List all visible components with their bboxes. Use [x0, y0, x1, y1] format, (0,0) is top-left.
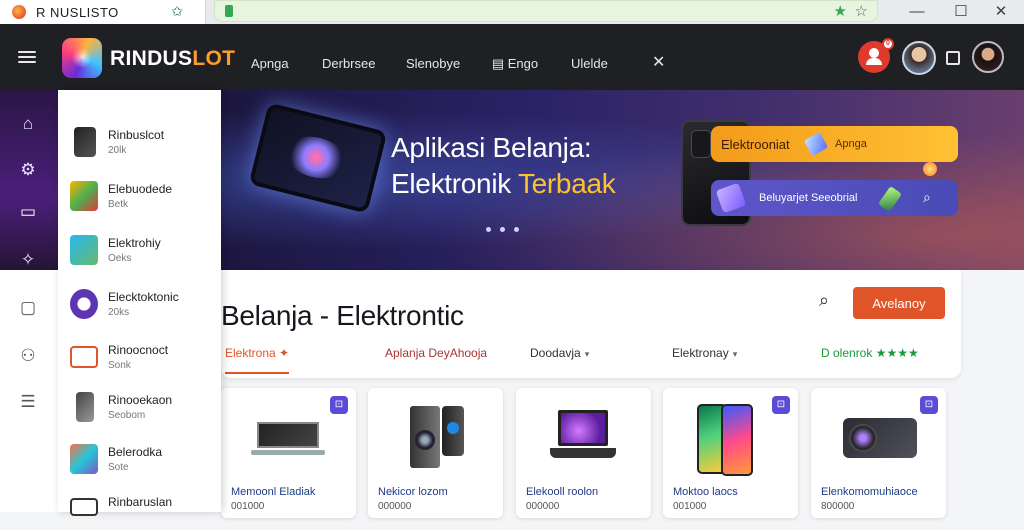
sparkle-icon[interactable]: ✧	[18, 250, 38, 270]
puzzle-icon[interactable]: ⚇	[18, 346, 38, 366]
close-window-icon[interactable]: ✕	[990, 0, 1012, 22]
filter-tab-rating[interactable]: D olenrok ★★★★	[821, 346, 919, 360]
product-grid: ⊡ Memoonl Eladiak 001000 Nekicor lozom 0…	[221, 388, 1024, 518]
laptop-purple-image	[546, 404, 621, 474]
product-card[interactable]: ⊡ Elenkomomuhiaoce 800000	[811, 388, 946, 518]
phone-icon	[76, 392, 94, 422]
avatar[interactable]	[902, 41, 936, 75]
bottle-icon	[877, 185, 903, 213]
gallery-icon	[70, 444, 98, 474]
filter-tab-2[interactable]: Aplanja DeyAhooja	[385, 346, 487, 360]
search-icon[interactable]: ⌕	[819, 290, 829, 311]
category-dropdown: Rinbuslcot 20lk Elebuodede Betk Elektroh…	[58, 90, 221, 516]
compare-icon[interactable]: ⊡	[920, 396, 938, 414]
projector-image	[841, 404, 917, 474]
favicon-icon	[12, 5, 26, 19]
gem-icon	[923, 162, 937, 176]
tablet-image	[248, 102, 388, 214]
window-icon[interactable]	[946, 51, 960, 65]
promo-pill-purple[interactable]: Beluyarjet Seeobrial ⌕	[711, 180, 958, 216]
banner-title: Aplikasi Belanja:	[391, 132, 592, 163]
nav-item-1[interactable]: Apnga	[251, 56, 289, 71]
page-icon: ▤	[491, 56, 508, 71]
avatar-secondary[interactable]	[972, 41, 1004, 73]
list-icon[interactable]: ☰	[18, 392, 38, 412]
bookmark-star-icon[interactable]: ★	[834, 2, 847, 20]
list-item[interactable]: Elektrohiy Oeks	[70, 231, 218, 271]
product-card[interactable]: Nekicor lozom 000000	[368, 388, 503, 518]
nav-item-4[interactable]: ▤ Engo	[478, 56, 552, 94]
minimize-icon[interactable]: —	[906, 0, 928, 22]
nav-item-5[interactable]: Ulelde	[571, 56, 608, 71]
tab-title: R NUSLISTO	[36, 4, 119, 20]
carousel-dots[interactable]	[486, 227, 519, 232]
laptop-image	[251, 404, 326, 474]
camera-image	[398, 404, 473, 474]
browser-chrome: R NUSLISTO ✩ ★ ☆ — ☐ ✕	[0, 0, 1024, 24]
list-item[interactable]: Rinbaruslan	[70, 490, 218, 530]
page-title: Belanja - Elektrontic	[221, 300, 464, 331]
lock-icon	[225, 5, 233, 17]
notification-badge: 0	[882, 38, 894, 50]
phones-image	[693, 404, 768, 476]
maximize-icon[interactable]: ☐	[950, 0, 972, 22]
favorite-star-icon[interactable]: ☆	[855, 2, 868, 20]
hero-banner[interactable]: Aplikasi Belanja: Elektronik Terbaak Ele…	[221, 90, 1024, 270]
briefcase-icon	[70, 498, 98, 516]
cta-button[interactable]: Avelanoy	[853, 287, 945, 319]
close-icon[interactable]: ✕	[652, 52, 665, 72]
list-item[interactable]: Rinoocnoct Sonk	[70, 338, 218, 378]
menu-icon[interactable]	[18, 51, 36, 63]
product-card[interactable]: ⊡ Moktoo laocs 001000	[663, 388, 798, 518]
brand-name: RINDUSLOT	[110, 47, 236, 70]
filter-tab-3[interactable]: Doodavja ▾	[530, 346, 589, 360]
phone-icon	[74, 127, 96, 157]
device-icon	[803, 131, 829, 157]
product-card[interactable]: Elekooll roolon 000000	[516, 388, 651, 518]
list-item[interactable]: Elebuodede Betk	[70, 177, 218, 217]
list-item[interactable]: Rinooekaon Seobom	[70, 388, 218, 428]
icon-rail: ⌂ ⚙ ▭ ✧ ▢ ⚇ ☰	[0, 90, 58, 512]
appliance-icon	[70, 181, 98, 211]
promo-pill-orange[interactable]: Elektrooniat Apnga	[711, 126, 958, 162]
app-header: RINDUSLOT Apnga Derbrsee Slenobye ▤ Engo…	[0, 24, 1024, 94]
app-logo[interactable]	[62, 38, 102, 78]
cube-icon	[715, 182, 747, 214]
grid-icon	[70, 235, 98, 265]
filter-tab-1[interactable]: Elektrona ✦	[225, 346, 290, 374]
compare-icon[interactable]: ⊡	[772, 396, 790, 414]
product-card[interactable]: ⊡ Memoonl Eladiak 001000	[221, 388, 356, 518]
folder-icon[interactable]: ▢	[18, 298, 38, 318]
list-item[interactable]: Rinbuslcot 20lk	[70, 123, 218, 163]
settings-icon[interactable]: ⚙	[18, 160, 38, 180]
list-item[interactable]: Belerodka Sote	[70, 440, 218, 480]
filter-tab-4[interactable]: Elektronay ▾	[672, 346, 737, 360]
browser-tab[interactable]: R NUSLISTO ✩	[0, 0, 206, 24]
star-icon[interactable]: ✩	[171, 3, 183, 20]
nav-item-3[interactable]: Slenobye	[406, 56, 460, 71]
search-icon[interactable]: ⌕	[923, 189, 931, 206]
window-icon[interactable]: ▭	[18, 202, 38, 222]
address-bar[interactable]: ★ ☆	[214, 0, 878, 22]
bag-icon	[70, 346, 98, 368]
circle-icon	[70, 289, 98, 319]
banner-subtitle: Elektronik Terbaak	[391, 168, 616, 199]
main-panel: Belanja - Elektrontic ⌕ Avelanoy Elektro…	[221, 270, 961, 378]
compare-icon[interactable]: ⊡	[330, 396, 348, 414]
list-item[interactable]: Elecktoktonic 20ks	[70, 285, 218, 325]
nav-item-2[interactable]: Derbrsee	[322, 56, 375, 71]
home-icon[interactable]: ⌂	[18, 114, 38, 134]
